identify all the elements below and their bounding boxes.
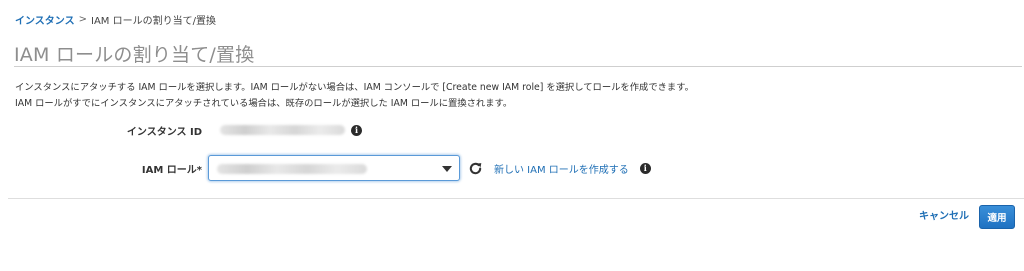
- iam-role-label: IAM ロール*: [141, 164, 202, 176]
- page-title: IAM ロールの割り当て/置換: [14, 44, 255, 66]
- iam-role-selected-value-redacted: [217, 164, 367, 174]
- breadcrumb-instances-link[interactable]: インスタンス: [15, 12, 75, 27]
- description-line-1: インスタンスにアタッチする IAM ロールを選択します。IAM ロールがない場合…: [15, 82, 694, 93]
- description-line-2: IAM ロールがすでにインスタンスにアタッチされている場合は、既存のロールが選択…: [15, 98, 513, 109]
- info-icon[interactable]: i: [351, 124, 362, 136]
- info-icon[interactable]: i: [639, 162, 651, 174]
- title-divider: [14, 66, 1022, 67]
- assign-iam-role-page: インスタンス > IAM ロールの割り当て/置換 IAM ロールの割り当て/置換…: [0, 0, 1024, 271]
- iam-role-row: IAM ロール* 新しい IAM ロールを作成する i: [0, 155, 651, 181]
- cancel-button[interactable]: キャンセル: [919, 210, 969, 224]
- chevron-down-icon: [442, 166, 452, 172]
- iam-role-select[interactable]: [208, 155, 460, 181]
- breadcrumb-separator: >: [78, 14, 87, 25]
- description: インスタンスにアタッチする IAM ロールを選択します。IAM ロールがない場合…: [15, 80, 694, 112]
- instance-id-label: インスタンス ID: [126, 126, 202, 138]
- breadcrumb: インスタンス > IAM ロールの割り当て/置換: [15, 12, 216, 27]
- instance-id-value-redacted: [220, 125, 345, 135]
- instance-id-row: インスタンス ID i: [0, 122, 362, 138]
- create-iam-role-link[interactable]: 新しい IAM ロールを作成する: [494, 161, 629, 176]
- apply-button[interactable]: 適用: [979, 205, 1015, 229]
- breadcrumb-current: IAM ロールの割り当て/置換: [91, 16, 216, 27]
- refresh-icon[interactable]: [468, 161, 483, 176]
- footer-divider: [8, 198, 1024, 199]
